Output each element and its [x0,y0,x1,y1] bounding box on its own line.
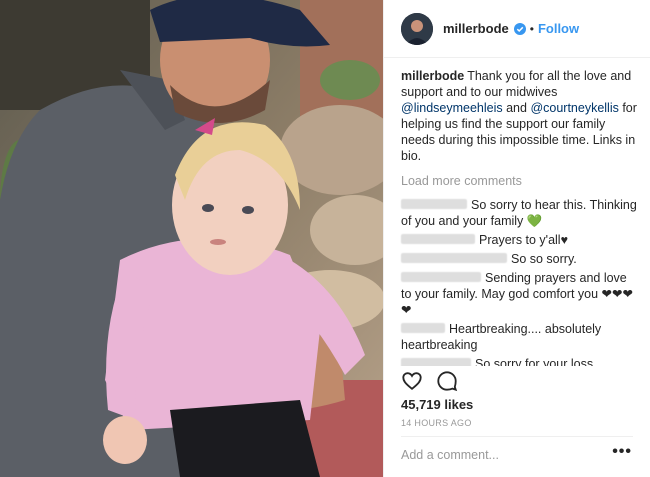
comment-item: Prayers to y'all♥ [401,232,638,248]
post-caption: millerbode Thank you for all the love and… [401,68,638,164]
redacted-username[interactable] [401,323,445,333]
comment-item: Heartbreaking.... absolutely heartbreaki… [401,321,638,353]
caption-username[interactable]: millerbode [401,69,464,83]
comments-list: millerbode Thank you for all the love and… [384,58,650,366]
caption-mention[interactable]: @courtneykellis [530,101,618,115]
speech-bubble-icon[interactable] [436,370,458,392]
comment-item: Sending prayers and love to your family.… [401,270,638,318]
comment-item: So so sorry. [401,251,638,267]
add-comment-input[interactable] [401,448,601,462]
avatar[interactable] [401,12,433,45]
caption-mention[interactable]: @lindseymeehleis [401,101,503,115]
comment-item: So sorry for your loss [401,356,638,366]
redacted-username[interactable] [401,234,475,244]
post-header: millerbode • Follow [384,0,650,58]
follow-button[interactable]: Follow [538,21,579,36]
verified-badge-icon [513,22,526,35]
comment-text: Prayers to y'all [479,233,561,247]
comment-text: So sorry for your loss [475,357,594,366]
instagram-post: millerbode • Follow millerbode Thank you … [0,0,650,477]
comment-item: So sorry to hear this. Thinking of you a… [401,197,638,229]
post-actions [401,370,458,392]
heart-icon: ♥ [560,233,569,247]
redacted-username[interactable] [401,199,467,209]
header-username[interactable]: millerbode [443,21,509,36]
comment-text: So so sorry. [511,252,577,266]
post-photo[interactable] [0,0,383,477]
ellipsis-icon[interactable]: ••• [612,443,632,461]
caption-text: and [502,101,531,115]
redacted-username[interactable] [401,358,471,366]
likes-count[interactable]: 45,719 likes [401,397,473,412]
header-separator: • [529,21,534,36]
avatar-image [401,12,433,45]
green-heart-icon: 💚 [526,214,543,228]
divider [401,436,633,437]
photo-illustration [0,0,383,477]
heart-outline-icon[interactable] [401,370,423,392]
post-side-panel: millerbode • Follow millerbode Thank you … [383,0,650,477]
redacted-username[interactable] [401,272,481,282]
post-timestamp[interactable]: 14 HOURS AGO [401,418,472,428]
redacted-username[interactable] [401,253,507,263]
load-more-comments-button[interactable]: Load more comments [401,174,638,188]
